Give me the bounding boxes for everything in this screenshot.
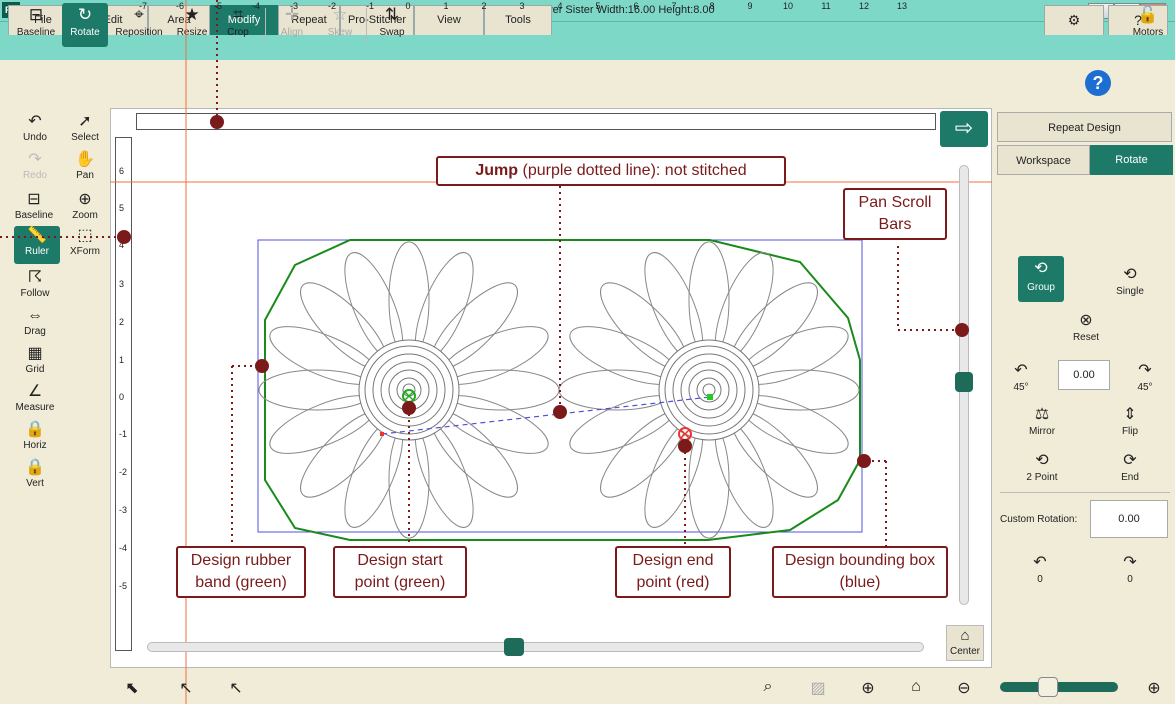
jump-start-marker	[707, 394, 713, 400]
end-button[interactable]: ⟳ End	[1100, 450, 1160, 483]
rotate-cw-icon: ↷	[1123, 554, 1137, 571]
reset-button[interactable]: ⊗ Reset	[1056, 310, 1116, 343]
zoom-slider-thumb[interactable]	[1038, 677, 1058, 697]
petal	[442, 369, 560, 411]
rotate-ccw-custom-button[interactable]: ↶ 0	[1010, 552, 1070, 585]
callout-bounding-box: Design bounding box (blue)	[772, 546, 948, 598]
callout-dot	[955, 323, 969, 337]
reset-icon: ⊗	[1079, 312, 1093, 329]
center-button[interactable]: ⌂ Center	[946, 625, 984, 661]
tab-rotate[interactable]: Rotate	[1090, 145, 1173, 175]
home-view-icon[interactable]: ⌂	[904, 678, 928, 696]
callout-dot	[117, 230, 131, 244]
callout-end-point: Design end point (red)	[615, 546, 731, 598]
callout-dot	[402, 401, 416, 415]
spiral-ring	[658, 339, 760, 441]
select-point-icon[interactable]: ↖	[174, 678, 198, 698]
petal	[258, 369, 376, 411]
callout-dot	[553, 405, 567, 419]
callout-dot	[678, 439, 692, 453]
rotate-left-45-button[interactable]: ↶ 45°	[996, 360, 1046, 393]
tab-workspace[interactable]: Workspace	[997, 145, 1090, 175]
rotation-input[interactable]: 0.00	[1058, 360, 1110, 390]
petal	[558, 369, 676, 411]
jump-end-marker	[380, 432, 384, 436]
zoom-actual-icon[interactable]: ⊕	[856, 678, 880, 698]
callout-dot	[255, 359, 269, 373]
rotate-cw-icon: ↷	[1138, 362, 1152, 379]
flip-button[interactable]: ⇕ Flip	[1100, 404, 1160, 437]
callout-rubber-band: Design rubber band (green)	[176, 546, 306, 598]
design-rubber-band	[264, 239, 861, 541]
repeat-design-button[interactable]: Repeat Design	[997, 112, 1172, 142]
home-icon: ⌂	[960, 627, 970, 644]
two-point-button[interactable]: ⟲ 2 Point	[1012, 450, 1072, 483]
callout-start-point: Design start point (green)	[333, 546, 467, 598]
two-point-icon: ⟲	[1035, 452, 1049, 469]
callout-pan-scroll-bars: Pan Scroll Bars	[843, 188, 947, 240]
horizontal-scroll-thumb[interactable]	[504, 638, 524, 656]
zoom-design-icon[interactable]: ⌕	[756, 678, 780, 696]
petal	[742, 369, 860, 411]
mirror-button[interactable]: ⚖ Mirror	[1012, 404, 1072, 437]
end-icon: ⟳	[1123, 452, 1137, 469]
single-button[interactable]: ⟲ Single	[1100, 264, 1160, 297]
rotate-cw-custom-button[interactable]: ↷ 0	[1100, 552, 1160, 585]
group-button[interactable]: ⟲ Group	[1018, 256, 1064, 302]
group-icon: ⟲	[1034, 260, 1048, 277]
zoom-image-icon[interactable]: ▨	[806, 678, 830, 698]
mirror-icon: ⚖	[1034, 406, 1050, 423]
select-box-icon[interactable]: ⬉	[120, 678, 144, 698]
rotate-ccw-icon: ↶	[1033, 554, 1047, 571]
custom-rotation-label: Custom Rotation:	[1000, 514, 1078, 525]
zoom-in-icon[interactable]: ⊕	[1142, 678, 1166, 698]
divider	[1000, 492, 1170, 493]
panel-toggle-arrow-icon[interactable]: ⇨	[940, 111, 988, 147]
select-node-icon[interactable]: ↖	[224, 678, 248, 698]
zoom-out-icon[interactable]: ⊖	[952, 678, 976, 698]
rotate-ccw-icon: ↶	[1014, 362, 1028, 379]
callout-dot	[210, 115, 224, 129]
horizontal-scrollbar[interactable]	[147, 642, 924, 652]
rotate-right-45-button[interactable]: ↷ 45°	[1120, 360, 1170, 393]
custom-rotation-input[interactable]: 0.00	[1090, 500, 1168, 538]
single-icon: ⟲	[1123, 266, 1137, 283]
callout-jump: Jump (purple dotted line): not stitched	[436, 156, 786, 186]
zoom-slider[interactable]	[1000, 682, 1118, 692]
vertical-scroll-thumb[interactable]	[955, 372, 973, 392]
flip-icon: ⇕	[1123, 406, 1137, 423]
callout-dot	[857, 454, 871, 468]
